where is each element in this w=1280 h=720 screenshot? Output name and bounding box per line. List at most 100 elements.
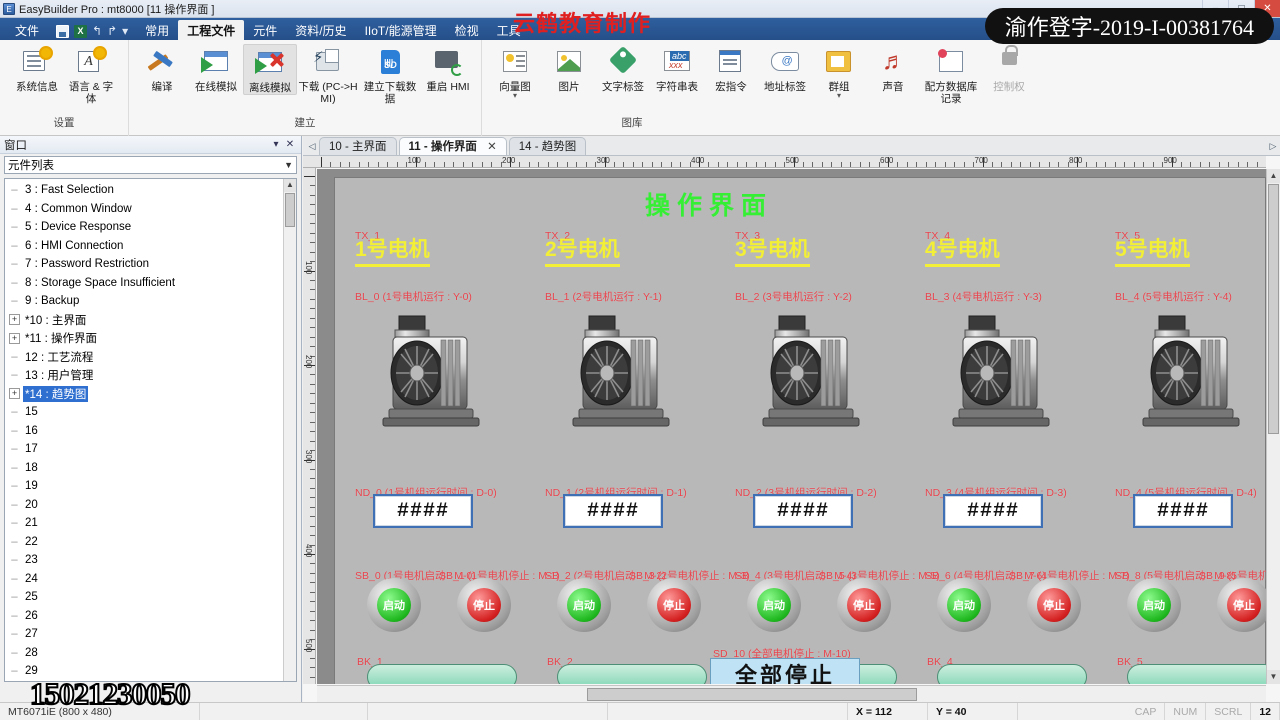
- tree-node[interactable]: –18: [5, 459, 282, 478]
- tree-node[interactable]: –20: [5, 496, 282, 515]
- ribbon-tab-file[interactable]: 文件: [6, 20, 48, 40]
- tree-node[interactable]: –27: [5, 625, 282, 644]
- canvas-viewport[interactable]: 操作界面 TX_1 1号电机 BL_0 (1号电机运行 : Y-0) ND_0 …: [317, 169, 1266, 684]
- tree-scroll-up-icon[interactable]: ▲: [284, 179, 296, 192]
- object-list-dropdown[interactable]: 元件列表 ▼: [4, 156, 297, 174]
- bk-bar-object[interactable]: [557, 664, 707, 684]
- language-font-button[interactable]: A 语言 & 字体: [64, 44, 118, 105]
- text-label-button[interactable]: 文字标签: [596, 44, 650, 93]
- tree-node[interactable]: –21: [5, 514, 282, 533]
- tree-scrollbar[interactable]: ▲: [283, 179, 296, 681]
- doc-tabs-nav-left-icon[interactable]: ◁: [305, 137, 319, 155]
- runtime-numeric-display[interactable]: ####: [373, 494, 473, 528]
- download-pc-to-hmi-button[interactable]: ⚡ 下载 (PC->HMI): [297, 44, 359, 105]
- stop-button[interactable]: 停止: [837, 578, 891, 632]
- ribbon-tab-project[interactable]: 工程文件: [178, 20, 245, 40]
- stop-button[interactable]: 停止: [647, 578, 701, 632]
- tree-node[interactable]: + *14 : 趋势图: [5, 385, 282, 404]
- tree-node[interactable]: –16: [5, 422, 282, 441]
- ribbon-tab-objects[interactable]: 元件: [244, 20, 286, 40]
- hscroll-thumb[interactable]: [587, 688, 917, 701]
- tree-node[interactable]: –13 : 用户管理: [5, 366, 282, 385]
- bk-bar-object[interactable]: [367, 664, 517, 684]
- sound-button[interactable]: ♬ 声音: [866, 44, 920, 94]
- address-tag-button[interactable]: @ 地址标签: [758, 44, 812, 93]
- tree-expand-icon[interactable]: +: [9, 388, 20, 400]
- tree-node[interactable]: –17: [5, 440, 282, 459]
- start-button[interactable]: 启动: [1127, 578, 1181, 632]
- scroll-down-icon[interactable]: ▼: [1267, 670, 1280, 684]
- doc-tabs-nav-right-icon[interactable]: ▷: [1266, 137, 1280, 155]
- tree-node[interactable]: –22: [5, 533, 282, 552]
- tree-expand-icon[interactable]: +: [9, 314, 20, 326]
- runtime-numeric-display[interactable]: ####: [1133, 494, 1233, 528]
- doc-tab-close-icon[interactable]: ✕: [487, 141, 497, 153]
- vector-graphic-button[interactable]: 向量图 ▾: [488, 44, 542, 100]
- scroll-up-icon[interactable]: ▲: [1267, 169, 1280, 183]
- vector-graphic-chevron-down-icon[interactable]: ▾: [513, 92, 517, 100]
- tree-expand-icon[interactable]: +: [9, 332, 20, 344]
- quick-access-more-icon[interactable]: ▾: [122, 24, 128, 38]
- restart-hmi-button[interactable]: 重启 HMI: [421, 44, 475, 93]
- tree-node[interactable]: + *10 : 主界面: [5, 311, 282, 330]
- panel-close-icon[interactable]: ✕: [283, 139, 297, 150]
- group-button[interactable]: 群组 ▾: [812, 44, 866, 100]
- stop-button[interactable]: 停止: [1217, 578, 1266, 632]
- bk-bar-object[interactable]: [937, 664, 1087, 684]
- tree-node[interactable]: –26: [5, 607, 282, 626]
- picture-button[interactable]: 图片: [542, 44, 596, 93]
- runtime-numeric-display[interactable]: ####: [753, 494, 853, 528]
- tree-node[interactable]: –12 : 工艺流程: [5, 348, 282, 367]
- macro-command-button[interactable]: 宏指令: [704, 44, 758, 93]
- runtime-numeric-display[interactable]: ####: [563, 494, 663, 528]
- start-button[interactable]: 启动: [937, 578, 991, 632]
- ribbon-tab-data-history[interactable]: 资料/历史: [286, 20, 355, 40]
- stop-button[interactable]: 停止: [457, 578, 511, 632]
- tree-scroll-thumb[interactable]: [285, 193, 295, 227]
- doc-tab-main-screen[interactable]: 10 - 主界面: [319, 137, 397, 155]
- canvas-horizontal-scrollbar[interactable]: [317, 685, 1266, 702]
- bk-bar-object[interactable]: [1127, 664, 1266, 684]
- tree-node[interactable]: –7 : Password Restriction: [5, 255, 282, 274]
- motor-graphic[interactable]: [1135, 314, 1247, 432]
- runtime-numeric-display[interactable]: ####: [943, 494, 1043, 528]
- ribbon-tab-view[interactable]: 检视: [446, 20, 488, 40]
- start-button[interactable]: 启动: [747, 578, 801, 632]
- window-tree[interactable]: –3 : Fast Selection –4 : Common Window –5 …: [4, 178, 297, 682]
- motor-graphic[interactable]: [945, 314, 1057, 432]
- panel-chevron-down-icon[interactable]: ▾: [269, 139, 283, 150]
- redo-icon[interactable]: ↱: [107, 24, 117, 38]
- tree-node[interactable]: –9 : Backup: [5, 292, 282, 311]
- offline-simulation-button[interactable]: 离线模拟: [243, 44, 297, 95]
- tree-node[interactable]: –4 : Common Window: [5, 200, 282, 219]
- tree-node[interactable]: –3 : Fast Selection: [5, 181, 282, 200]
- undo-icon[interactable]: ↰: [92, 24, 102, 38]
- doc-tab-operation-screen[interactable]: 11 - 操作界面 ✕: [398, 137, 507, 155]
- tree-node[interactable]: + *11 : 操作界面: [5, 329, 282, 348]
- tree-node[interactable]: –24: [5, 570, 282, 589]
- motor-graphic[interactable]: [755, 314, 867, 432]
- tree-node[interactable]: –8 : Storage Space Insufficient: [5, 274, 282, 293]
- group-chevron-down-icon[interactable]: ▾: [837, 92, 841, 100]
- hmi-screen-canvas[interactable]: 操作界面 TX_1 1号电机 BL_0 (1号电机运行 : Y-0) ND_0 …: [334, 177, 1266, 684]
- online-simulation-button[interactable]: 在线模拟: [189, 44, 243, 93]
- motor-graphic[interactable]: [565, 314, 677, 432]
- doc-tab-trend-screen[interactable]: 14 - 趋势图: [508, 137, 587, 155]
- tree-node[interactable]: –28: [5, 644, 282, 663]
- tree-node[interactable]: –25: [5, 588, 282, 607]
- build-download-data-button[interactable]: SD 建立下载数据: [359, 44, 421, 105]
- export-excel-icon[interactable]: X: [74, 24, 88, 38]
- compile-button[interactable]: 编译: [135, 44, 189, 93]
- ribbon-tab-iiot[interactable]: IIoT/能源管理: [356, 20, 446, 40]
- ribbon-tab-common[interactable]: 常用: [136, 20, 178, 40]
- tree-node[interactable]: –15: [5, 403, 282, 422]
- system-info-button[interactable]: 系统信息: [10, 44, 64, 93]
- save-icon[interactable]: [56, 24, 70, 38]
- stop-all-button[interactable]: 全部停止: [710, 658, 860, 684]
- tree-node[interactable]: –23: [5, 551, 282, 570]
- tree-node[interactable]: –5 : Device Response: [5, 218, 282, 237]
- start-button[interactable]: 启动: [557, 578, 611, 632]
- motor-graphic[interactable]: [375, 314, 487, 432]
- tree-node[interactable]: –19: [5, 477, 282, 496]
- string-table-button[interactable]: 字符串表: [650, 44, 704, 93]
